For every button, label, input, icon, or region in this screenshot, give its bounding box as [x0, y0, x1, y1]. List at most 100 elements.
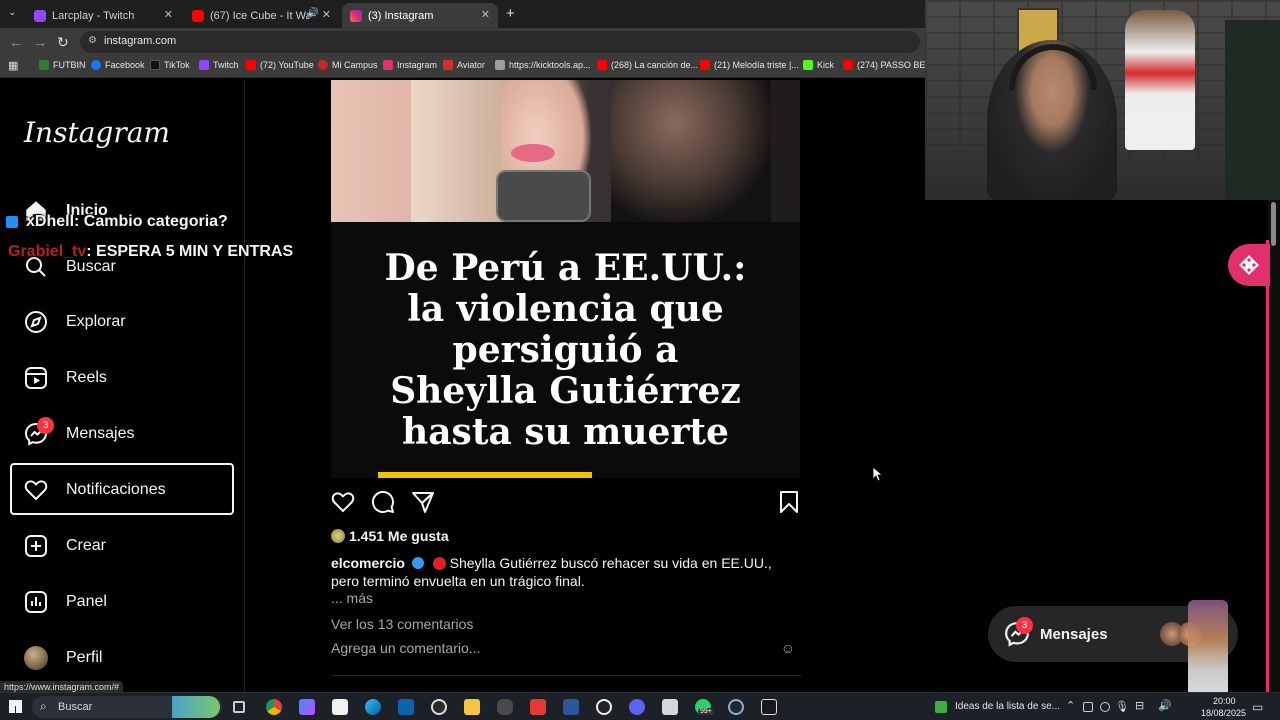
discord-icon[interactable] [629, 699, 645, 715]
word-icon[interactable] [563, 699, 579, 715]
comment-input[interactable]: Agrega un comentario... ☺ [331, 640, 801, 656]
speaker-icon[interactable]: 🔊 [1158, 699, 1172, 712]
bookmark-twitch[interactable]: Twitch [199, 60, 239, 70]
overlay-mascot-image [1188, 600, 1228, 700]
chart-icon [22, 588, 50, 616]
apps-grid-icon[interactable]: ▦ [8, 59, 18, 72]
twitch-icon [199, 60, 209, 70]
sidebar-item-explorar[interactable]: Explorar [22, 305, 126, 339]
task-view-icon[interactable] [233, 701, 245, 713]
photo-phone [496, 170, 591, 222]
windows-start-icon[interactable] [9, 700, 22, 713]
tray-app-icon[interactable] [1100, 702, 1110, 712]
back-icon[interactable]: ← [9, 34, 23, 50]
app-c-icon[interactable] [596, 699, 612, 715]
sidebar-item-crear[interactable]: Crear [22, 529, 106, 563]
whatsapp-badge: 99+ [698, 708, 714, 715]
bookmark-aviator[interactable]: Aviator [443, 60, 485, 70]
likes-count[interactable]: 1.451 Me gusta [331, 528, 449, 544]
tab-menu-icon[interactable]: ⌄ [8, 7, 16, 18]
store-icon[interactable] [332, 699, 348, 715]
app-red-icon[interactable] [530, 699, 546, 715]
app-stream-icon[interactable] [662, 699, 678, 715]
more-link[interactable]: ... más [331, 590, 373, 606]
windows-taskbar: ⌕ Buscar 99+ Ideas de la lista de se... … [0, 692, 1280, 720]
instagram-icon [383, 60, 393, 70]
author-username[interactable]: elcomercio [331, 555, 405, 571]
post-photo[interactable] [331, 80, 800, 222]
close-tab-icon[interactable]: ✕ [322, 8, 331, 21]
tray-chevron-icon[interactable]: ⌃ [1066, 699, 1075, 712]
news-widget-icon[interactable] [935, 701, 947, 713]
gamepad-icon[interactable] [497, 699, 513, 715]
chat-text: : ESPERA 5 MIN Y ENTRAS [86, 243, 294, 260]
youtube-icon [843, 60, 853, 70]
url-field[interactable]: ⚙ instagram.com [80, 31, 920, 53]
comment-button[interactable] [371, 490, 395, 519]
bookmark-tiktok[interactable]: TikTok [150, 60, 190, 70]
edge-icon[interactable] [365, 699, 381, 715]
obs-icon[interactable] [431, 699, 447, 715]
clock-time[interactable]: 20:00 [1213, 696, 1236, 706]
save-button[interactable] [777, 490, 801, 519]
new-tab-icon[interactable]: + [506, 5, 515, 22]
file-explorer-icon[interactable] [464, 699, 480, 715]
post-headline-card[interactable]: De Perú a EE.UU.: la violencia que persi… [331, 222, 800, 478]
scrollbar-thumb[interactable] [1271, 202, 1276, 246]
messages-badge: 3 [37, 417, 54, 434]
taskbar-search[interactable]: ⌕ Buscar [32, 696, 222, 718]
bookmark-label: Facebook [105, 60, 145, 70]
chat-message: xDhell: Cambio categoria? [6, 213, 228, 231]
bookmark-cancion[interactable]: (268) La canción de... [597, 60, 698, 70]
like-button[interactable] [331, 490, 355, 519]
outlook-icon[interactable] [398, 699, 414, 715]
bookmark-instagram[interactable]: Instagram [383, 60, 437, 70]
network-icon[interactable]: ⊟ [1135, 699, 1144, 712]
sidebar-item-panel[interactable]: Panel [22, 585, 107, 619]
notification-center-icon[interactable]: ▭ [1252, 700, 1263, 714]
taskbar-search-label: Buscar [58, 701, 93, 713]
kick-icon [803, 60, 813, 70]
bookmark-label: (21) Melodía triste |... [714, 60, 799, 70]
tab-youtube[interactable]: (67) Ice Cube - It Was A Go 🔊 ✕ [184, 3, 339, 28]
heart-icon [331, 492, 355, 513]
news-widget-text[interactable]: Ideas de la lista de se... [955, 701, 1060, 712]
bookmark-kicktools[interactable]: https://kicktools.ap... [495, 60, 591, 70]
speaker-icon[interactable]: 🔊 [307, 8, 319, 19]
view-comments-link[interactable]: Ver los 13 comentarios [331, 616, 473, 632]
microphone-icon[interactable]: 🎙 [1115, 700, 1129, 713]
bookmark-kick[interactable]: Kick [803, 60, 834, 70]
epic-games-icon[interactable] [761, 699, 777, 715]
emoji-icon[interactable]: ☺ [781, 640, 795, 656]
tab-twitch[interactable]: Larcplay - Twitch ✕ [26, 3, 181, 28]
copilot-icon[interactable] [299, 699, 315, 715]
sidebar-item-label: Mensajes [66, 425, 135, 442]
sidebar-item-notificaciones[interactable]: Notificaciones [22, 473, 166, 507]
campus-icon [318, 60, 328, 70]
bookmark-melodia[interactable]: (21) Melodía triste |... [700, 60, 799, 70]
red-circle-icon [432, 557, 446, 570]
reload-icon[interactable]: ↻ [57, 34, 69, 51]
bookmark-futbin[interactable]: FUTBIN [39, 60, 86, 70]
site-info-icon[interactable]: ⚙ [88, 35, 97, 46]
bookmark-youtube[interactable]: (72) YouTube [246, 60, 314, 70]
bookmark-facebook[interactable]: Facebook [91, 60, 145, 70]
forward-icon[interactable]: → [33, 34, 47, 50]
chat-text: : Cambio categoria? [74, 213, 228, 230]
send-icon [412, 492, 434, 513]
overlay-diamond-button[interactable] [1228, 244, 1270, 286]
close-tab-icon[interactable]: ✕ [164, 8, 173, 21]
sidebar-item-reels[interactable]: Reels [22, 361, 107, 395]
instagram-logo[interactable]: Instagram [24, 116, 170, 149]
address-bar-row: ← → ↻ ⚙ instagram.com [0, 28, 925, 56]
close-tab-icon[interactable]: ✕ [481, 8, 490, 21]
facebook-icon [91, 60, 101, 70]
sidebar-item-perfil[interactable]: Perfil [22, 641, 102, 675]
share-button[interactable] [411, 490, 435, 519]
tray-app-icon[interactable] [1083, 702, 1093, 712]
chrome-icon[interactable] [266, 699, 282, 715]
tab-instagram[interactable]: (3) Instagram ✕ [342, 3, 498, 28]
bookmark-mi-campus[interactable]: Mi Campus [318, 60, 378, 70]
steam-icon[interactable] [728, 699, 744, 715]
clock-date[interactable]: 18/08/2025 [1201, 708, 1246, 718]
